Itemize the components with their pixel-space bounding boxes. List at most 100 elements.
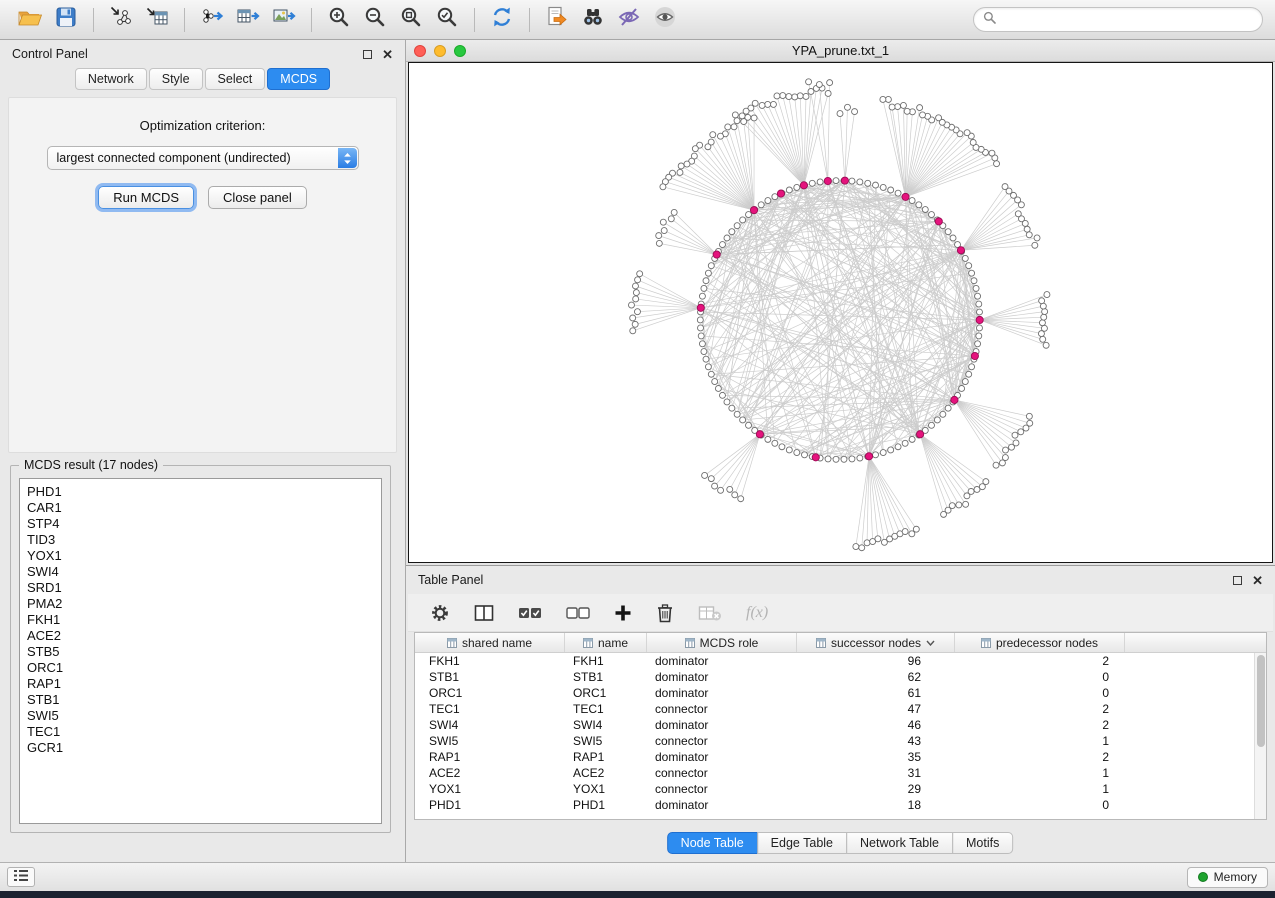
float-table-panel-icon[interactable] (1233, 576, 1242, 585)
zoom-out-button[interactable] (357, 5, 393, 35)
close-panel-button[interactable]: Close panel (208, 186, 307, 209)
table-row[interactable]: ACE2ACE2connector311 (415, 765, 1254, 781)
control-panel: Control Panel ✕ NetworkStyleSelectMCDS O… (0, 40, 406, 862)
status-menu-button[interactable] (7, 867, 35, 887)
export-network-icon (200, 5, 224, 34)
table-row[interactable]: STB1STB1dominator620 (415, 669, 1254, 685)
open-folder-button[interactable] (12, 5, 48, 35)
mcds-list-item[interactable]: CAR1 (27, 500, 374, 516)
column-header-MCDS-role[interactable]: MCDS role (647, 633, 797, 652)
table-cell: 46 (797, 717, 955, 733)
mcds-list-item[interactable]: STB5 (27, 644, 374, 660)
table-row[interactable]: TEC1TEC1connector472 (415, 701, 1254, 717)
toolbar-separator (474, 8, 475, 32)
tab-select[interactable]: Select (205, 68, 266, 90)
close-panel-icon[interactable]: ✕ (382, 50, 393, 59)
mcds-list-item[interactable]: ACE2 (27, 628, 374, 644)
table-row[interactable]: RAP1RAP1dominator352 (415, 749, 1254, 765)
control-panel-title: Control Panel (12, 47, 88, 61)
tab-edge-table[interactable]: Edge Table (757, 832, 847, 854)
table-cell: SWI4 (565, 717, 647, 733)
add-row-icon[interactable] (614, 604, 632, 622)
table-cell: 1 (955, 733, 1125, 749)
run-mcds-button[interactable]: Run MCDS (98, 186, 194, 209)
float-panel-icon[interactable] (363, 50, 372, 59)
network-graph[interactable] (409, 63, 1272, 562)
tab-mcds[interactable]: MCDS (267, 68, 330, 90)
delete-rows-icon[interactable] (656, 603, 674, 623)
table-row[interactable]: YOX1YOX1connector291 (415, 781, 1254, 797)
table-cell-filler (1125, 781, 1254, 797)
tab-network[interactable]: Network (75, 68, 147, 90)
deselect-all-rows-icon[interactable] (566, 606, 590, 620)
mcds-list-item[interactable]: TID3 (27, 532, 374, 548)
mcds-list-item[interactable]: STP4 (27, 516, 374, 532)
table-cell: RAP1 (415, 749, 565, 765)
mcds-list-item[interactable]: STB1 (27, 692, 374, 708)
show-details-button[interactable] (647, 5, 683, 35)
mcds-list-item[interactable]: RAP1 (27, 676, 374, 692)
mcds-list-item[interactable]: GCR1 (27, 740, 374, 756)
optimization-criterion-select[interactable]: largest connected component (undirected) (47, 146, 359, 170)
export-network-button[interactable] (194, 5, 230, 35)
tab-network-table[interactable]: Network Table (846, 832, 953, 854)
save-icon (55, 6, 77, 33)
column-header-shared-name[interactable]: shared name (415, 633, 565, 652)
show-columns-icon[interactable] (474, 604, 494, 622)
table-header-row: shared namenameMCDS rolesuccessor nodesp… (415, 633, 1266, 653)
table-row[interactable]: SWI5SWI5connector431 (415, 733, 1254, 749)
delete-table-icon[interactable] (698, 604, 722, 622)
network-canvas[interactable] (408, 62, 1273, 563)
table-cell: YOX1 (565, 781, 647, 797)
save-button[interactable] (48, 5, 84, 35)
tab-node-table[interactable]: Node Table (667, 832, 758, 854)
mcds-list-item[interactable]: SWI5 (27, 708, 374, 724)
table-row[interactable]: ORC1ORC1dominator610 (415, 685, 1254, 701)
import-table-button[interactable] (139, 5, 175, 35)
mcds-list-item[interactable]: PHD1 (27, 484, 374, 500)
table-row[interactable]: PHD1PHD1dominator180 (415, 797, 1254, 813)
zoom-fit-button[interactable] (393, 5, 429, 35)
table-row[interactable]: SWI4SWI4dominator462 (415, 717, 1254, 733)
table-scrollbar-thumb[interactable] (1257, 655, 1265, 747)
zoom-in-button[interactable] (321, 5, 357, 35)
hide-details-button[interactable] (611, 5, 647, 35)
table-cell: ACE2 (565, 765, 647, 781)
export-image-button[interactable] (266, 5, 302, 35)
column-header-successor-nodes[interactable]: successor nodes (797, 633, 955, 652)
table-cell: PHD1 (415, 797, 565, 813)
table-scrollbar[interactable] (1254, 653, 1266, 819)
control-panel-tabs: NetworkStyleSelectMCDS (0, 68, 405, 90)
table-row[interactable]: FKH1FKH1dominator962 (415, 653, 1254, 669)
column-header-predecessor-nodes[interactable]: predecessor nodes (955, 633, 1125, 652)
select-all-rows-icon[interactable] (518, 606, 542, 620)
network-window-titlebar[interactable]: YPA_prune.txt_1 (406, 40, 1275, 62)
table-cell-filler (1125, 717, 1254, 733)
table-cell: 2 (955, 701, 1125, 717)
import-network-button[interactable] (103, 5, 139, 35)
function-builder-icon[interactable]: f(x) (746, 604, 768, 622)
search-input[interactable] (1002, 13, 1253, 27)
memory-button[interactable]: Memory (1187, 867, 1268, 888)
mcds-list-item[interactable]: TEC1 (27, 724, 374, 740)
settings-gear-icon[interactable] (430, 603, 450, 623)
share-document-button[interactable] (539, 5, 575, 35)
refresh-layout-button[interactable] (484, 5, 520, 35)
table-cell-filler (1125, 669, 1254, 685)
mcds-result-list[interactable]: PHD1CAR1STP4TID3YOX1SWI4SRD1PMA2FKH1ACE2… (19, 478, 382, 824)
search-network-button[interactable] (575, 5, 611, 35)
column-header-name[interactable]: name (565, 633, 647, 652)
mcds-list-item[interactable]: PMA2 (27, 596, 374, 612)
close-table-panel-icon[interactable]: ✕ (1252, 576, 1263, 585)
tab-motifs[interactable]: Motifs (952, 832, 1013, 854)
mcds-list-item[interactable]: SWI4 (27, 564, 374, 580)
zoom-selected-button[interactable] (429, 5, 465, 35)
export-table-button[interactable] (230, 5, 266, 35)
mcds-list-item[interactable]: ORC1 (27, 660, 374, 676)
tab-style[interactable]: Style (149, 68, 203, 90)
mcds-list-item[interactable]: YOX1 (27, 548, 374, 564)
share-document-icon (545, 5, 569, 34)
mcds-list-item[interactable]: FKH1 (27, 612, 374, 628)
mcds-list-item[interactable]: SRD1 (27, 580, 374, 596)
table-cell: 43 (797, 733, 955, 749)
